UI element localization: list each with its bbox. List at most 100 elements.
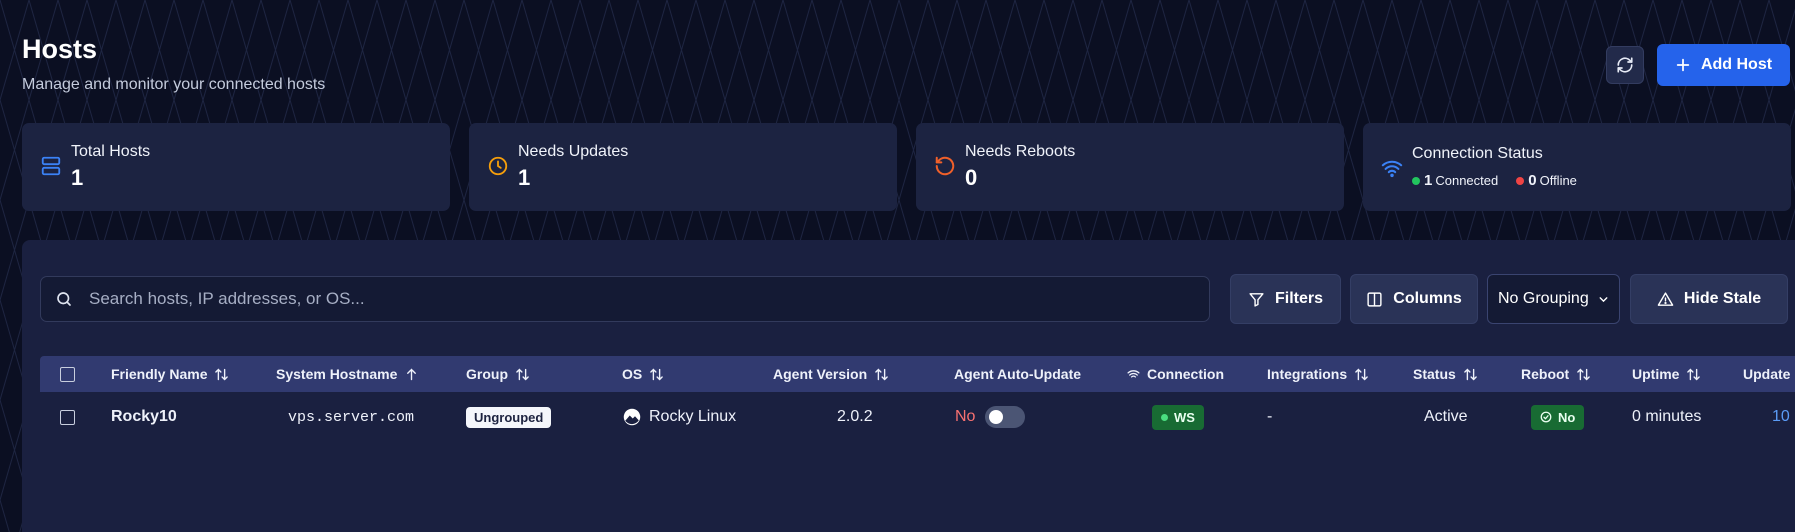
row-checkbox[interactable] — [60, 392, 75, 442]
sort-icon — [1463, 368, 1477, 380]
add-host-button[interactable]: Add Host — [1657, 44, 1790, 86]
cell-connection: WS — [1152, 392, 1204, 442]
column-header-friendly-name[interactable]: Friendly Name — [111, 356, 229, 392]
chevron-down-icon — [1599, 296, 1608, 302]
auto-update-toggle[interactable] — [985, 406, 1026, 428]
rocky-linux-logo-icon — [623, 408, 641, 426]
grouping-select[interactable]: No Grouping — [1487, 274, 1620, 324]
column-header-uptime[interactable]: Uptime — [1632, 356, 1701, 392]
checkbox — [60, 409, 75, 425]
stat-label: Total Hosts — [71, 143, 151, 160]
column-label: OS — [622, 366, 643, 382]
connected-count: 1 — [1424, 172, 1433, 189]
cell-os: Rocky Linux — [623, 392, 736, 442]
filters-button[interactable]: Filters — [1230, 274, 1341, 324]
connection-summary: 1 Connected 0 Offline — [1412, 172, 1577, 189]
check-circle-icon — [1540, 411, 1552, 423]
offline-count: 0 — [1528, 172, 1537, 189]
column-label: Group — [466, 366, 508, 382]
column-header-integrations[interactable]: Integrations — [1267, 356, 1369, 392]
search-box — [40, 276, 1210, 322]
grouping-value: No Grouping — [1498, 290, 1589, 307]
table-row[interactable]: Rocky10 vps.server.com Ungrouped Rocky L… — [40, 392, 1795, 442]
column-label: Connection — [1147, 366, 1224, 382]
stat-card-needs-reboots: Needs Reboots 0 — [916, 123, 1344, 211]
cell-status: Active — [1424, 408, 1468, 425]
column-label: Friendly Name — [111, 366, 208, 382]
column-header-connection[interactable]: Connection — [1127, 356, 1224, 392]
connection-value: WS — [1174, 409, 1195, 425]
sort-icon — [1687, 368, 1701, 380]
auto-update-value: No — [955, 408, 976, 425]
cell-uptime: 0 minutes — [1632, 408, 1702, 425]
column-header-group[interactable]: Group — [466, 356, 530, 392]
hide-stale-label: Hide Stale — [1683, 290, 1762, 307]
select-all-checkbox[interactable] — [60, 356, 75, 392]
sort-icon — [215, 368, 229, 380]
connected-label: Connected — [1435, 173, 1499, 188]
clock-icon — [488, 156, 508, 176]
connection-badge: WS — [1152, 404, 1204, 430]
table-header: Friendly Name System Hostname Group OS A… — [40, 356, 1795, 392]
server-icon — [41, 156, 61, 176]
offline-dot — [1516, 176, 1525, 185]
stat-card-needs-updates: Needs Updates 1 — [469, 123, 897, 211]
cell-integrations: - — [1267, 408, 1273, 425]
filter-icon — [1249, 292, 1264, 307]
reboot-badge: No — [1531, 404, 1585, 430]
cell-update[interactable]: 10 — [1772, 392, 1790, 442]
column-label: Reboot — [1521, 366, 1570, 382]
wifi-icon — [1381, 160, 1403, 178]
group-badge: Ungrouped — [466, 406, 552, 428]
filters-label: Filters — [1274, 290, 1323, 307]
page-subtitle: Manage and monitor your connected hosts — [22, 76, 326, 93]
columns-icon — [1367, 291, 1382, 307]
column-label: Update — [1743, 366, 1791, 382]
search-icon — [57, 292, 71, 306]
stat-card-total-hosts: Total Hosts 1 — [22, 123, 450, 211]
checkbox — [60, 366, 75, 382]
column-label: Status — [1413, 366, 1456, 382]
hide-stale-button[interactable]: Hide Stale — [1630, 274, 1788, 324]
columns-label: Columns — [1393, 290, 1462, 307]
column-header-reboot[interactable]: Reboot — [1521, 356, 1591, 392]
cell-group: Ungrouped — [466, 392, 552, 442]
stat-value: 1 — [518, 165, 531, 190]
wifi-icon — [1127, 369, 1140, 378]
stat-card-connection-status: Connection Status 1 Connected 0 Offline — [1363, 123, 1791, 211]
stat-label: Needs Updates — [518, 143, 629, 160]
column-header-os[interactable]: OS — [622, 356, 664, 392]
column-label: Integrations — [1267, 366, 1348, 382]
hosts-table-panel: Filters Columns No Grouping Hide Stale F… — [22, 240, 1795, 532]
cell-friendly-name[interactable]: Rocky10 — [111, 392, 177, 442]
stat-label: Needs Reboots — [965, 143, 1076, 160]
warning-triangle-icon — [1657, 291, 1674, 306]
stat-label: Connection Status — [1412, 145, 1543, 162]
os-name: Rocky Linux — [649, 408, 737, 425]
columns-button[interactable]: Columns — [1350, 274, 1478, 324]
hosts-page: Hosts Manage and monitor your connected … — [0, 0, 1795, 532]
search-input[interactable] — [89, 289, 1189, 309]
cell-reboot: No — [1531, 392, 1585, 442]
sort-icon — [650, 368, 664, 380]
page-title: Hosts — [22, 34, 98, 64]
column-label: Uptime — [1632, 366, 1680, 382]
stat-value: 0 — [965, 165, 978, 190]
cell-hostname: vps.server.com — [288, 408, 415, 426]
sort-icon — [516, 368, 529, 380]
sort-icon — [1355, 368, 1368, 380]
sort-icon — [875, 368, 888, 380]
column-header-update[interactable]: Update — [1743, 356, 1790, 392]
column-label: Agent Version — [773, 366, 868, 382]
refresh-button[interactable] — [1606, 46, 1644, 84]
reboot-value: No — [1558, 409, 1576, 425]
column-header-status[interactable]: Status — [1413, 356, 1478, 392]
plus-icon — [1676, 58, 1690, 72]
column-header-agent-auto-update[interactable]: Agent Auto-Update — [954, 356, 1081, 392]
add-host-label: Add Host — [1700, 56, 1773, 73]
connected-dot — [1412, 176, 1420, 185]
column-header-agent-version[interactable]: Agent Version — [773, 356, 889, 392]
offline-label: Offline — [1539, 173, 1577, 188]
cell-auto-update: No — [955, 392, 1026, 442]
column-header-system-hostname[interactable]: System Hostname — [276, 356, 419, 392]
